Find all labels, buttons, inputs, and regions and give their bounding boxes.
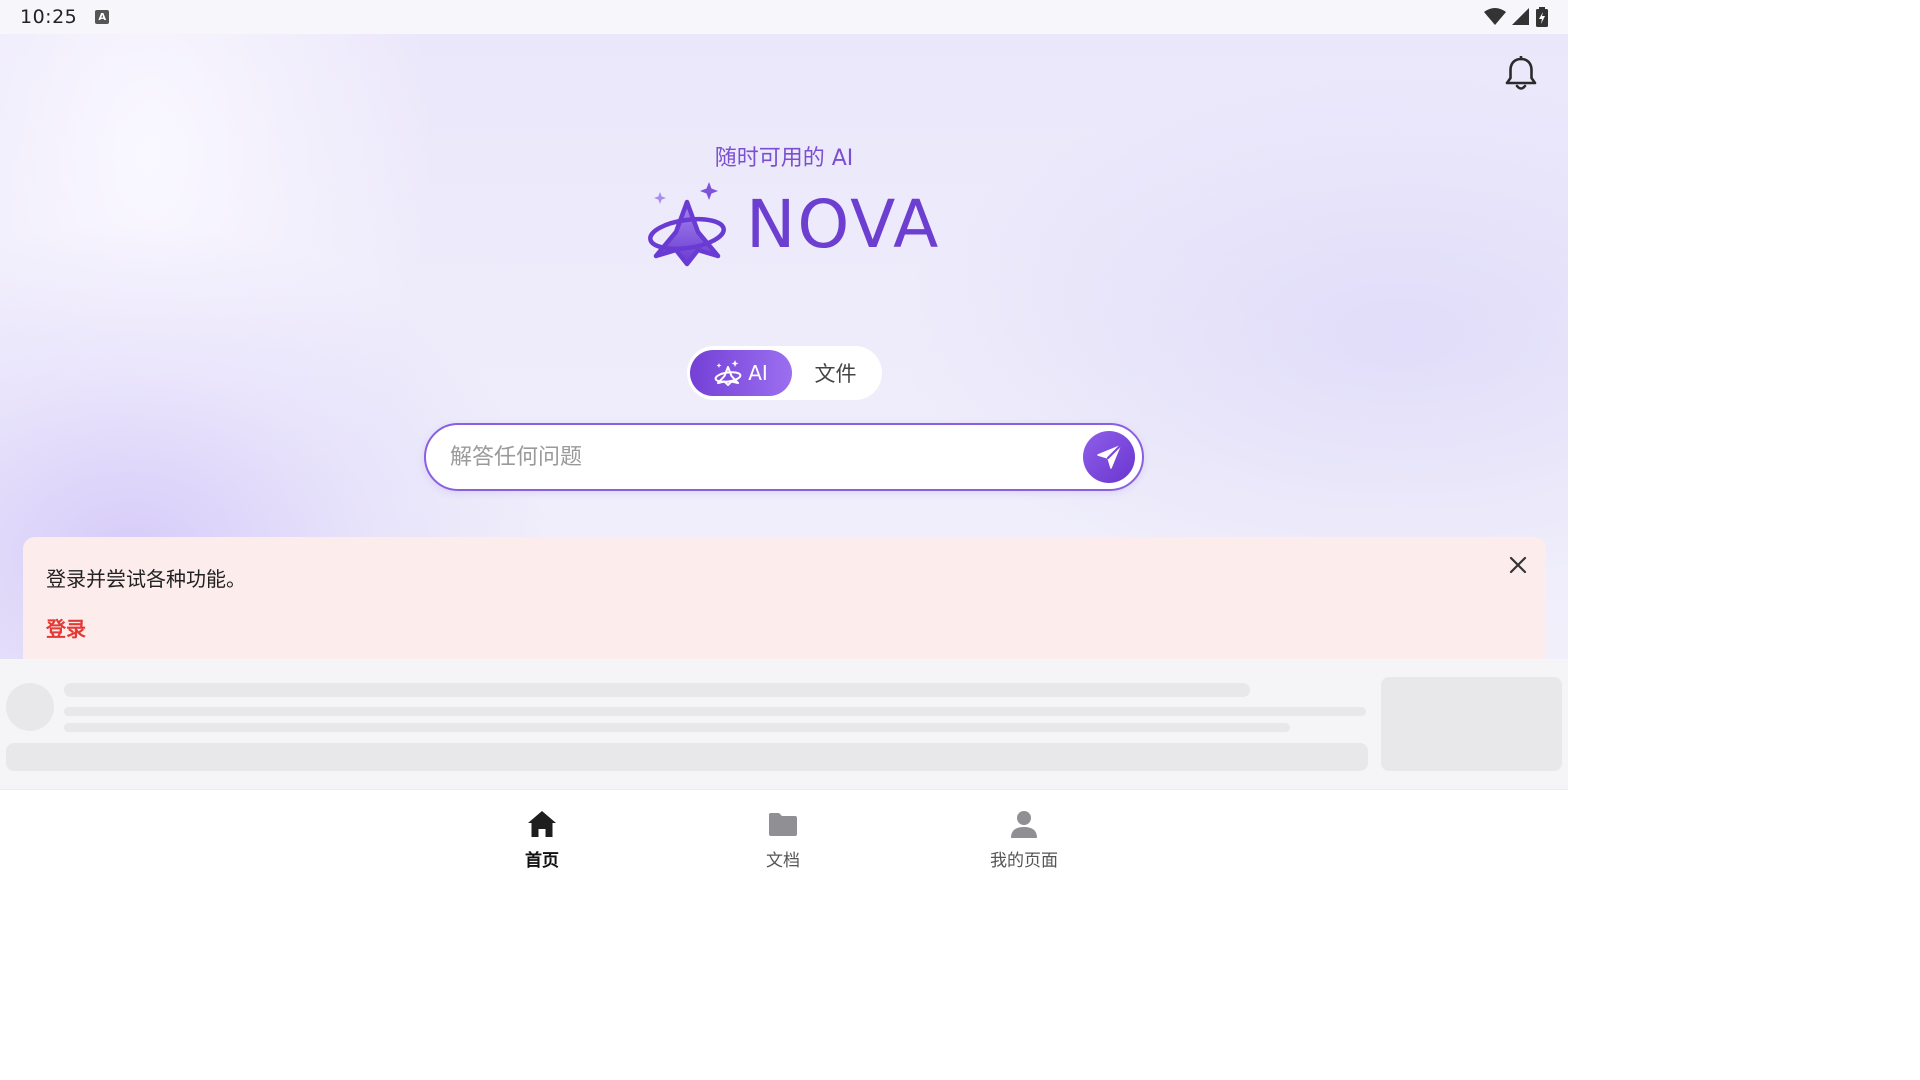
ai-star-icon	[714, 360, 742, 386]
login-link[interactable]: 登录	[46, 613, 86, 642]
folder-icon	[769, 813, 797, 836]
status-bar: 10:25 A	[0, 0, 1568, 34]
status-icons	[1484, 7, 1548, 27]
logo: NOVA	[646, 180, 940, 270]
search-box	[424, 423, 1144, 491]
skeleton-line	[64, 683, 1250, 697]
skeleton-line	[64, 707, 1366, 716]
search-input[interactable]	[450, 444, 1083, 470]
mode-doc-button[interactable]: 文件	[792, 358, 879, 388]
send-button[interactable]	[1083, 431, 1135, 483]
login-message: 登录并尝试各种功能。	[46, 567, 246, 591]
nova-star-icon	[648, 182, 726, 267]
app-screen: 10:25 A 随时可用的 AI NOVA AI 文件 解答任何问题 登录并尝试…	[0, 0, 1568, 882]
status-indicator-icon: A	[95, 10, 110, 24]
send-icon	[1097, 444, 1122, 469]
status-time: 10:25	[20, 6, 78, 28]
loading-skeleton	[0, 659, 1568, 789]
wifi-icon	[1484, 8, 1506, 25]
nav-mypage-label: 我的页面	[990, 851, 1058, 871]
person-icon	[1011, 811, 1037, 838]
close-icon[interactable]	[1508, 555, 1528, 575]
mode-toggle: AI 文件	[687, 346, 882, 400]
nav-docs-label: 文档	[766, 851, 800, 871]
login-banner: 登录并尝试各种功能。 登录	[23, 537, 1546, 659]
nav-docs[interactable]: 文档	[723, 808, 843, 871]
nav-home-label: 首页	[525, 851, 559, 871]
bottom-nav: 首页 文档 我的页面	[0, 789, 1568, 882]
mode-ai-label: AI	[748, 361, 768, 385]
signal-icon	[1512, 8, 1529, 25]
mode-ai-button[interactable]: AI	[690, 350, 792, 396]
home-icon	[528, 811, 556, 837]
nav-home[interactable]: 首页	[482, 808, 602, 871]
skeleton-thumbnail	[1381, 677, 1562, 771]
skeleton-block	[6, 743, 1368, 771]
tagline: 随时可用的 AI	[714, 146, 854, 171]
skeleton-line	[64, 723, 1290, 732]
nav-mypage[interactable]: 我的页面	[964, 808, 1084, 871]
skeleton-avatar	[6, 683, 54, 731]
logo-text: NOVA	[746, 186, 941, 263]
notification-bell-icon[interactable]	[1504, 56, 1538, 92]
battery-icon	[1536, 7, 1548, 27]
